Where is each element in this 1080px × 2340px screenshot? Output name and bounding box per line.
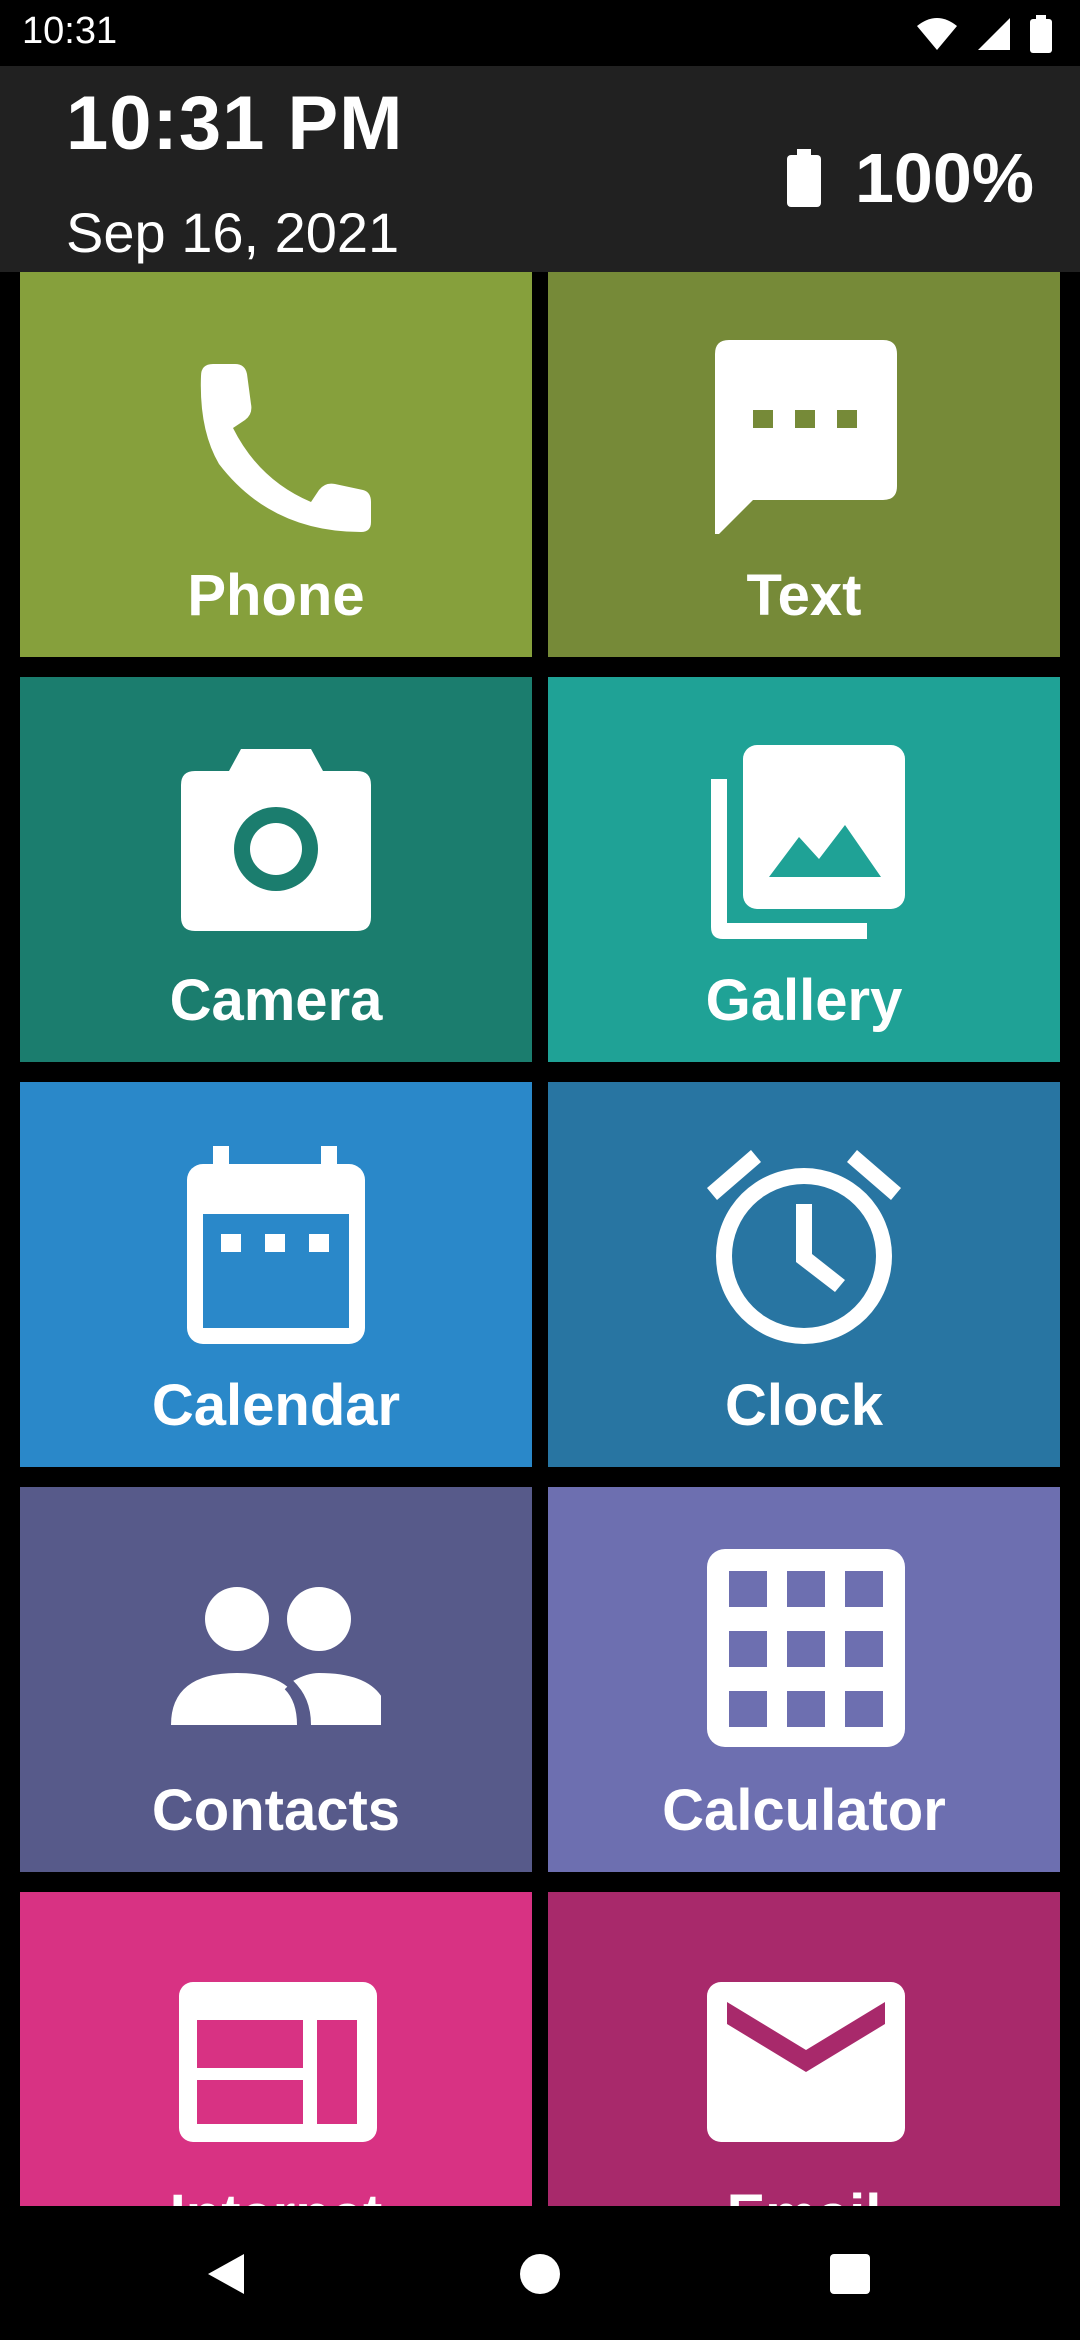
- cell-signal-icon: [978, 18, 1010, 50]
- alarm-clock-icon: [707, 1150, 901, 1344]
- back-icon[interactable]: [202, 2250, 250, 2298]
- contacts-icon: [171, 1587, 381, 1726]
- camera-icon: [181, 749, 371, 931]
- tile-email[interactable]: Email: [548, 1892, 1060, 2206]
- browser-icon: [179, 1982, 377, 2142]
- app-grid: Phone Text Camera Gallery Calendar Clock…: [0, 272, 1080, 2206]
- header-date[interactable]: Sep 16, 2021: [66, 200, 399, 265]
- tile-label: Text: [746, 563, 862, 628]
- email-icon: [707, 1982, 905, 2142]
- battery-status[interactable]: 100%: [786, 138, 1034, 218]
- navigation-bar: [0, 2206, 1080, 2340]
- recents-icon[interactable]: [830, 2254, 870, 2294]
- home-icon[interactable]: [518, 2252, 562, 2296]
- status-bar: 10:31: [0, 0, 1080, 66]
- tile-text[interactable]: Text: [548, 272, 1060, 657]
- tile-label: Calendar: [151, 1373, 401, 1438]
- tile-label: Contacts: [151, 1778, 401, 1843]
- tile-label: Camera: [169, 968, 383, 1033]
- phone-icon: [200, 364, 371, 532]
- tile-label: Internet: [20, 2182, 532, 2206]
- wifi-icon: [917, 18, 957, 50]
- tile-label: Gallery: [705, 968, 903, 1033]
- tile-label: Email: [548, 2182, 1060, 2206]
- tile-calculator[interactable]: Calculator: [548, 1487, 1060, 1872]
- battery-percent: 100%: [854, 139, 1034, 217]
- tile-label: Phone: [187, 563, 365, 628]
- tile-label: Clock: [725, 1373, 883, 1438]
- header: 10:31 PM Sep 16, 2021 100%: [0, 66, 1080, 272]
- calculator-icon: [707, 1549, 905, 1747]
- status-time: 10:31: [22, 10, 118, 52]
- calendar-icon: [187, 1146, 365, 1344]
- header-clock[interactable]: 10:31 PM: [66, 80, 404, 167]
- battery-small-icon: [1030, 15, 1052, 53]
- tile-contacts[interactable]: Contacts: [20, 1487, 532, 1872]
- tile-internet[interactable]: Internet: [20, 1892, 532, 2206]
- tile-camera[interactable]: Camera: [20, 677, 532, 1062]
- battery-icon: [786, 149, 821, 207]
- tile-phone[interactable]: Phone: [20, 272, 532, 657]
- tile-clock[interactable]: Clock: [548, 1082, 1060, 1467]
- tile-calendar[interactable]: Calendar: [20, 1082, 532, 1467]
- gallery-icon: [711, 745, 905, 939]
- tile-label: Calculator: [662, 1778, 946, 1843]
- message-icon: [715, 340, 897, 534]
- status-icons: [916, 14, 1052, 54]
- tile-gallery[interactable]: Gallery: [548, 677, 1060, 1062]
